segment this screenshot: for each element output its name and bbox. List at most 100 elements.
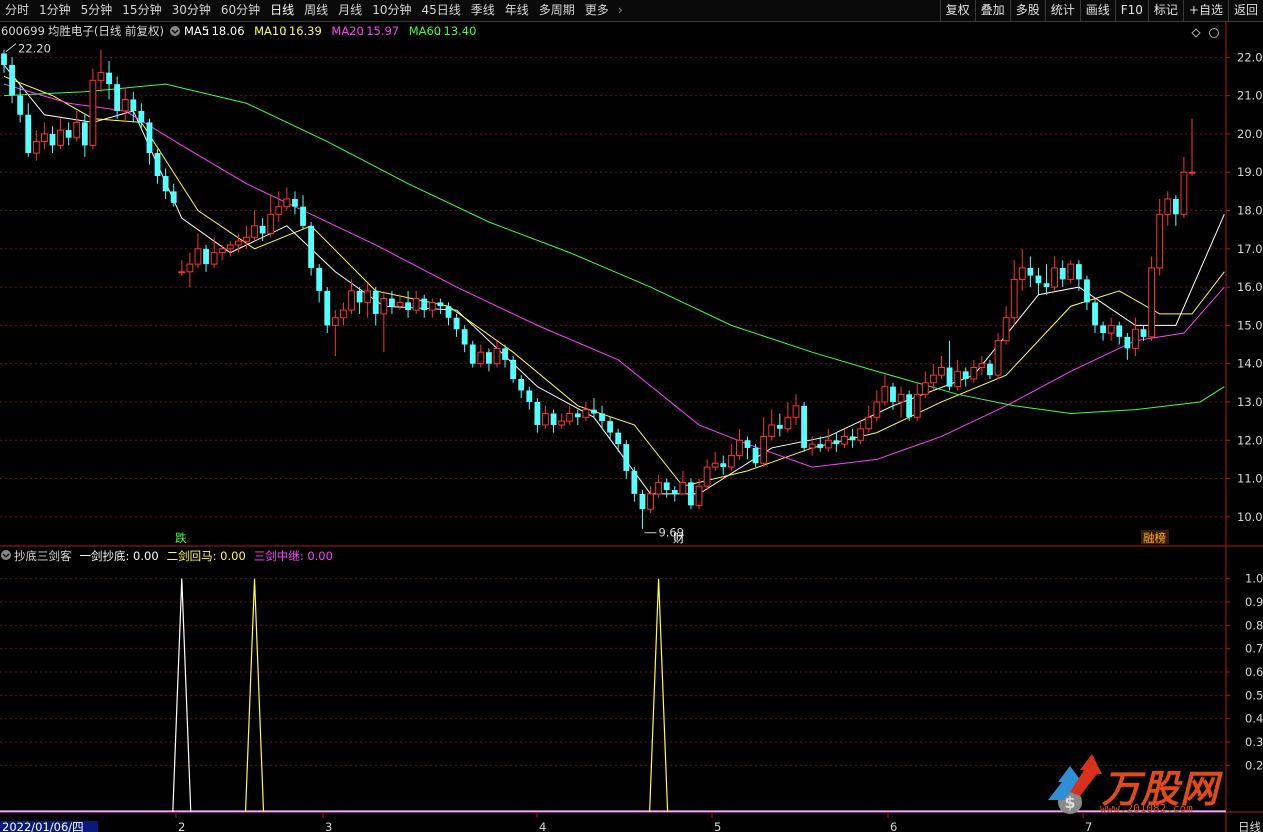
candle-body[interactable] <box>372 290 379 314</box>
candle-body[interactable] <box>1148 267 1156 338</box>
candle-body[interactable] <box>647 493 654 510</box>
candle-body[interactable] <box>267 213 275 234</box>
candle-body[interactable] <box>226 244 234 250</box>
more-periods-arrow-icon[interactable]: › <box>614 0 627 21</box>
tool-button-6[interactable]: 标记 <box>1147 0 1183 21</box>
candle-body[interactable] <box>929 374 937 384</box>
candle-body[interactable] <box>591 409 597 414</box>
candle-body[interactable] <box>89 79 97 146</box>
candle-body[interactable] <box>1043 283 1050 288</box>
indicator-settings-icon[interactable] <box>1 550 11 560</box>
candle-body[interactable] <box>510 359 517 379</box>
candle-body[interactable] <box>688 482 694 506</box>
candle-body[interactable] <box>428 301 436 311</box>
candle-body[interactable] <box>542 412 549 426</box>
candle-body[interactable] <box>49 133 56 146</box>
period-tab-11[interactable]: 季线 <box>466 0 500 21</box>
candle-body[interactable] <box>550 413 557 425</box>
candle-body[interactable] <box>792 405 800 418</box>
candle-body[interactable] <box>566 412 574 422</box>
candle-body[interactable] <box>194 248 202 265</box>
candle-body[interactable] <box>582 409 590 418</box>
candle-body[interactable] <box>1092 302 1098 326</box>
candle-body[interactable] <box>251 225 258 238</box>
period-tab-8[interactable]: 月线 <box>333 0 367 21</box>
candle-body[interactable] <box>865 416 873 430</box>
candle-body[interactable] <box>316 267 323 291</box>
candle-body[interactable] <box>817 444 824 448</box>
candle-body[interactable] <box>1084 279 1090 303</box>
candle-body[interactable] <box>938 367 945 376</box>
tool-button-4[interactable]: 画线 <box>1079 0 1115 21</box>
candle-body[interactable] <box>994 340 1002 376</box>
candle-body[interactable] <box>121 98 129 112</box>
candle-body[interactable] <box>1124 336 1131 349</box>
candle-body[interactable] <box>873 401 881 418</box>
candle-body[interactable] <box>243 236 250 242</box>
candle-body[interactable] <box>1140 329 1147 337</box>
candle-body[interactable] <box>768 424 776 437</box>
candle-body[interactable] <box>275 206 283 215</box>
candle-body[interactable] <box>1059 267 1066 280</box>
candle-body[interactable] <box>437 302 444 307</box>
period-tab-7[interactable]: 周线 <box>299 0 333 21</box>
candle-body[interactable] <box>833 440 840 445</box>
candle-body[interactable] <box>720 463 727 468</box>
candle-body[interactable] <box>73 121 81 139</box>
candle-body[interactable] <box>1100 325 1107 334</box>
candle-body[interactable] <box>695 485 703 506</box>
candle-body[interactable] <box>210 252 218 265</box>
candle-body[interactable] <box>906 394 913 418</box>
candle-body[interactable] <box>857 428 865 441</box>
candle-body[interactable] <box>146 122 153 154</box>
candle-body[interactable] <box>218 248 226 254</box>
candle-body[interactable] <box>913 393 921 418</box>
tool-button-0[interactable]: 复权 <box>939 0 975 21</box>
candle-body[interactable] <box>32 141 40 154</box>
candle-body[interactable] <box>461 329 468 345</box>
event-marker-2[interactable]: 融榜 <box>1143 531 1166 545</box>
candle-body[interactable] <box>1002 317 1010 342</box>
candle-body[interactable] <box>324 290 331 326</box>
candle-body[interactable] <box>776 424 783 429</box>
candle-body[interactable] <box>518 378 525 391</box>
candle-body[interactable] <box>364 290 372 303</box>
period-tab-13[interactable]: 多周期 <box>534 0 580 21</box>
candle-body[interactable] <box>469 344 476 364</box>
candle-body[interactable] <box>259 225 266 234</box>
candle-body[interactable] <box>954 370 962 388</box>
candle-body[interactable] <box>396 301 404 307</box>
candle-body[interactable] <box>9 64 15 96</box>
candle-body[interactable] <box>1051 267 1059 288</box>
tool-button-7[interactable]: +自选 <box>1182 0 1228 21</box>
event-marker-0[interactable]: 跌 <box>175 531 187 545</box>
candle-body[interactable] <box>138 110 145 123</box>
candle-body[interactable] <box>380 298 388 315</box>
candle-body[interactable] <box>1107 324 1115 334</box>
candle-body[interactable] <box>405 302 411 311</box>
period-tab-2[interactable]: 5分钟 <box>76 0 118 21</box>
candle-body[interactable] <box>1132 328 1139 349</box>
candle-body[interactable] <box>1018 267 1026 280</box>
candle-body[interactable] <box>752 447 759 464</box>
candle-body[interactable] <box>106 72 112 85</box>
candle-body[interactable] <box>1164 198 1172 215</box>
candle-body[interactable] <box>283 198 291 208</box>
diamond-icon[interactable] <box>1191 28 1201 38</box>
candle-body[interactable] <box>234 240 242 246</box>
candle-body[interactable] <box>890 386 896 402</box>
candle-body[interactable] <box>1156 213 1164 269</box>
candle-body[interactable] <box>760 435 768 464</box>
period-tab-4[interactable]: 30分钟 <box>167 0 216 21</box>
candle-body[interactable] <box>808 443 816 449</box>
period-tab-3[interactable]: 15分钟 <box>117 0 166 21</box>
candle-body[interactable] <box>445 306 452 318</box>
candle-body[interactable] <box>801 405 807 448</box>
tool-button-5[interactable]: F10 <box>1114 0 1148 21</box>
candle-body[interactable] <box>841 435 848 445</box>
candle-body[interactable] <box>824 439 832 449</box>
candle-body[interactable] <box>987 363 993 376</box>
candle-body[interactable] <box>558 420 566 426</box>
candle-body[interactable] <box>170 191 177 203</box>
candle-body[interactable] <box>607 421 614 433</box>
